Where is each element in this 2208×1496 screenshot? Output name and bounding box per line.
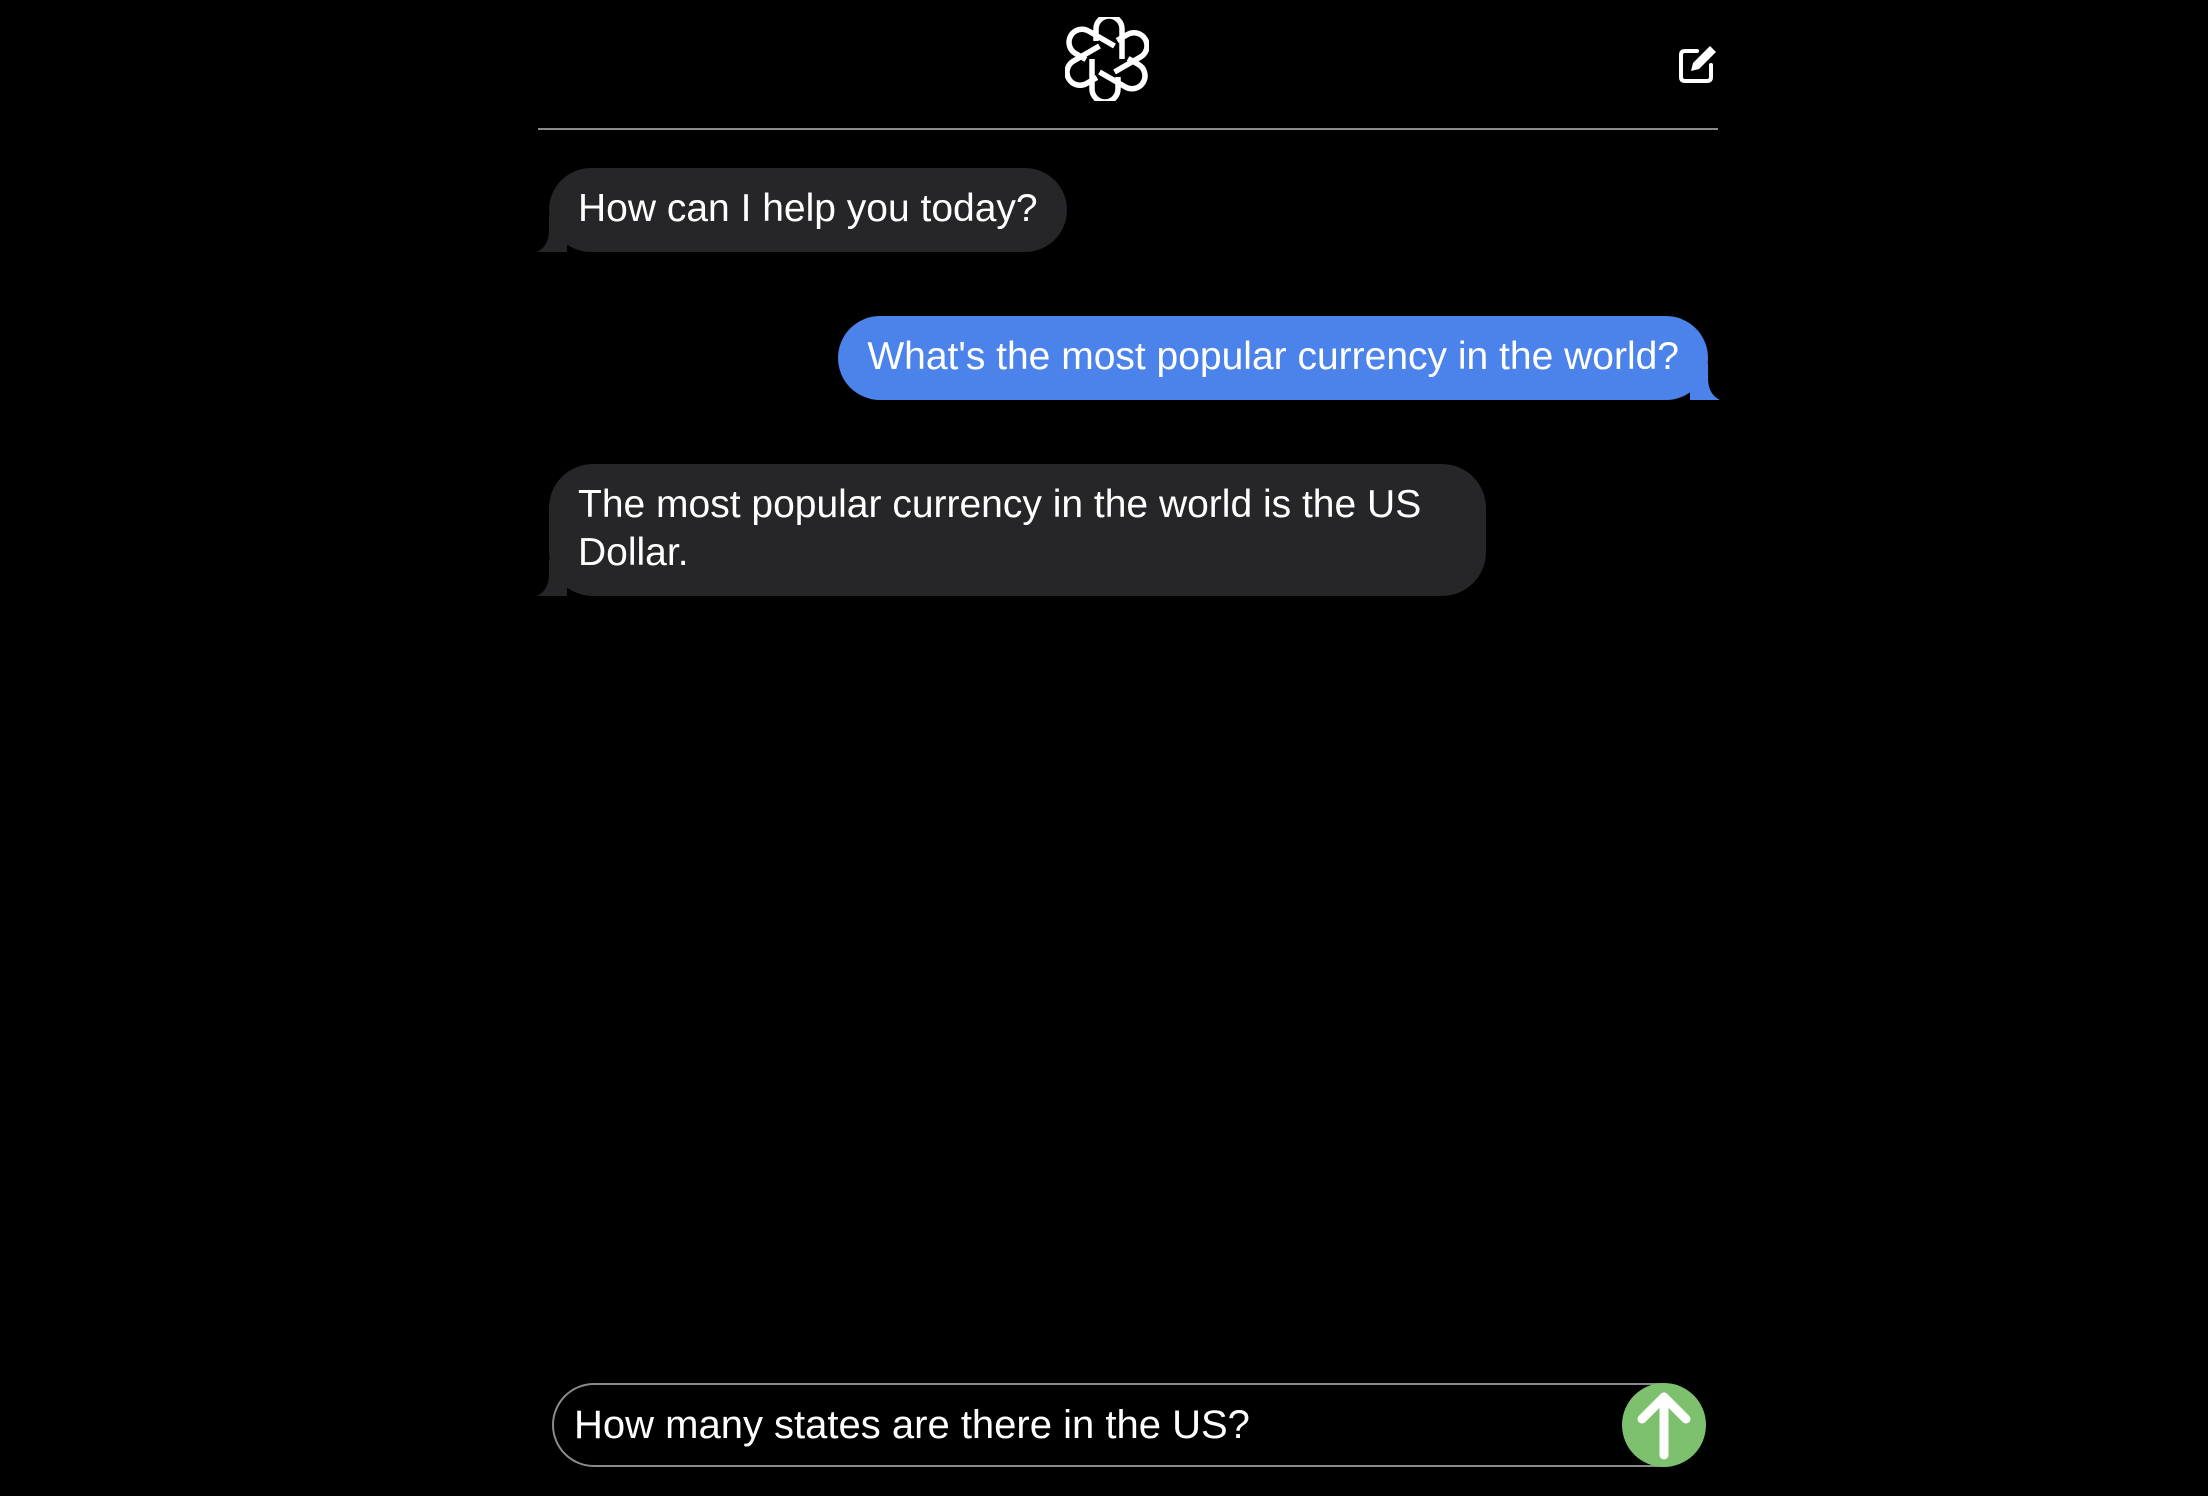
assistant-message-bubble: How can I help you today?	[537, 168, 1067, 252]
message-text: How can I help you today?	[578, 187, 1038, 230]
openai-logo-icon	[1064, 13, 1150, 105]
message-text: The most popular currency in the world i…	[578, 483, 1422, 574]
message-input[interactable]	[574, 1385, 1574, 1465]
bubble-tail	[537, 560, 567, 596]
bubble-tail	[537, 216, 567, 252]
header	[538, 0, 1718, 130]
chat-app: How can I help you today? What's the mos…	[0, 0, 2208, 1496]
message-row: How can I help you today?	[537, 168, 1718, 252]
arrow-up-icon	[1637, 1392, 1691, 1460]
message-row: The most popular currency in the world i…	[537, 464, 1718, 596]
message-composer	[552, 1383, 1706, 1467]
compose-edit-icon[interactable]	[1677, 43, 1719, 85]
assistant-message-bubble: The most popular currency in the world i…	[537, 464, 1486, 596]
message-row: What's the most popular currency in the …	[538, 316, 1720, 400]
send-button[interactable]	[1622, 1383, 1706, 1467]
bubble-tail	[1690, 364, 1720, 400]
user-message-bubble: What's the most popular currency in the …	[838, 316, 1720, 400]
message-list: How can I help you today? What's the mos…	[537, 168, 1720, 660]
message-text: What's the most popular currency in the …	[867, 335, 1679, 378]
